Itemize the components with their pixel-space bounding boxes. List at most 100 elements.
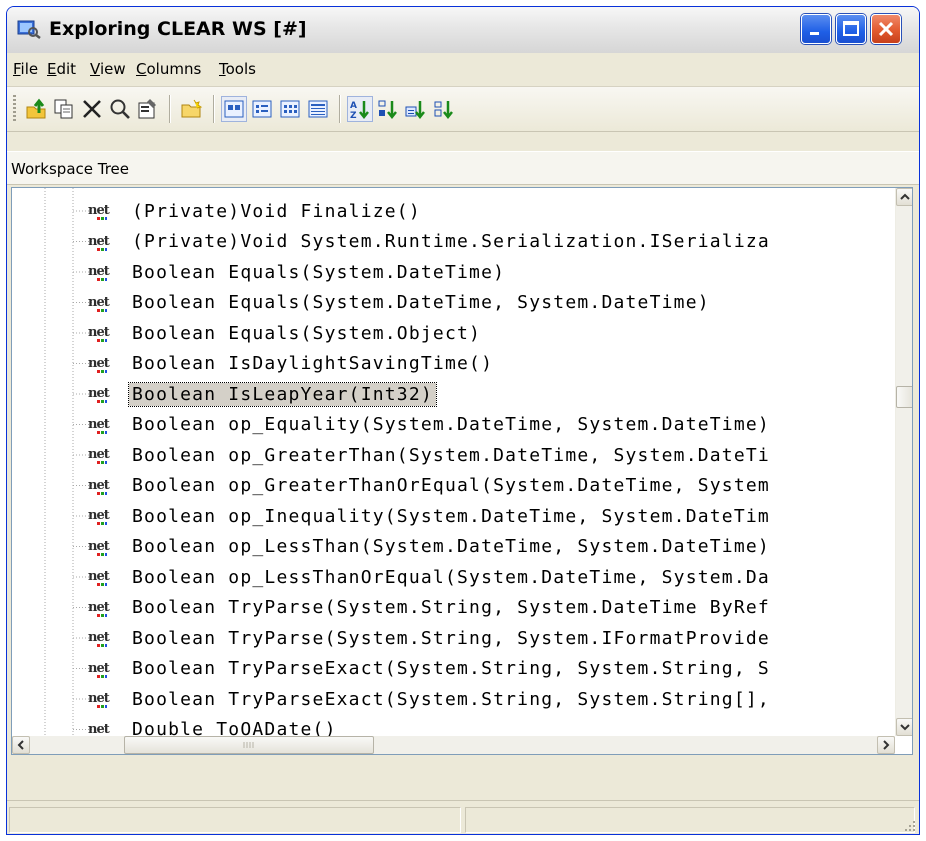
- tree-item-label: (Private)Void Finalize(): [132, 200, 421, 222]
- tree-item[interactable]: net Boolean IsLeapYear(Int32): [87, 379, 437, 409]
- scroll-left-button[interactable]: [12, 736, 30, 754]
- vertical-scrollbar[interactable]: [895, 188, 912, 736]
- svg-text:Z: Z: [350, 111, 357, 120]
- tree-item[interactable]: net Boolean op_LessThan(System.DateTime, …: [87, 532, 773, 562]
- dotnet-method-icon: net: [87, 318, 127, 348]
- horizontal-scrollbar[interactable]: [12, 736, 895, 754]
- method-color-dots: [97, 522, 107, 525]
- view-details-button[interactable]: [305, 96, 331, 122]
- pane-title: Workspace Tree: [7, 151, 919, 185]
- menu-tools[interactable]: Tools: [219, 60, 256, 78]
- sort-by-name-button[interactable]: AZ: [347, 96, 373, 122]
- tree-item-label: Boolean Equals(System.DateTime): [132, 261, 506, 283]
- maximize-button[interactable]: [836, 14, 866, 44]
- toolbar-separator: [169, 95, 171, 123]
- toolbar-separator: [339, 95, 341, 123]
- workspace-tree[interactable]: net (Private)Void Finalize() net (Private)V…: [11, 187, 913, 755]
- view-small-icons-button[interactable]: [249, 96, 275, 122]
- tree-item[interactable]: net Boolean TryParseExact(System.String, …: [87, 654, 773, 684]
- menu-columns[interactable]: Columns: [136, 60, 201, 78]
- menu-file[interactable]: File: [13, 60, 38, 78]
- scroll-down-button[interactable]: [896, 718, 912, 736]
- tree-item[interactable]: net (Private)Void System.Runtime.Serializ…: [87, 227, 773, 257]
- dotnet-icon-text: net: [88, 355, 110, 371]
- delete-button[interactable]: [79, 96, 105, 122]
- status-panel-right: [465, 807, 915, 833]
- dotnet-icon-text: net: [88, 294, 110, 310]
- tree-item[interactable]: net Boolean op_GreaterThanOrEqual(System.…: [87, 471, 773, 501]
- sort-by-date-button[interactable]: [431, 96, 457, 122]
- toolbar-grip[interactable]: [13, 95, 16, 121]
- minimize-button[interactable]: [801, 14, 831, 44]
- large-icons-view-icon: [224, 100, 244, 118]
- menu-view[interactable]: View: [90, 60, 126, 78]
- dotnet-icon-text: net: [88, 599, 110, 615]
- tree-item[interactable]: net Boolean IsDaylightSavingTime(): [87, 349, 496, 379]
- find-button[interactable]: [107, 96, 133, 122]
- tree-item-label: Boolean Equals(System.DateTime, System.D…: [132, 292, 710, 313]
- horizontal-scroll-thumb[interactable]: [124, 736, 374, 754]
- properties-button[interactable]: [135, 96, 161, 122]
- open-folder-icon: [181, 99, 203, 118]
- resize-grip-icon[interactable]: [903, 819, 917, 833]
- tree-item-label: Boolean TryParse(System.String, System.I…: [132, 627, 770, 649]
- details-view-icon: [308, 100, 328, 118]
- tree-item-label: Boolean IsLeapYear(Int32): [128, 381, 437, 407]
- tree-item-label: Boolean op_LessThan(System.DateTime, Sys…: [132, 536, 770, 557]
- toolbar: AZ: [7, 87, 919, 132]
- sort-by-type-button[interactable]: [375, 96, 401, 122]
- dotnet-icon-text: net: [88, 538, 110, 554]
- method-color-dots: [97, 613, 107, 617]
- tree-item[interactable]: net Boolean op_LessThanOrEqual(System.Dat…: [87, 562, 773, 592]
- dotnet-method-icon: net: [87, 440, 127, 470]
- thumb-grip-icon: [243, 742, 254, 748]
- chevron-left-icon: [17, 740, 24, 750]
- dotnet-method-icon: net: [87, 257, 127, 287]
- title-bar[interactable]: Exploring CLEAR WS [#]: [7, 7, 919, 54]
- tree-item-label: (Private)Void System.Runtime.Serializati…: [132, 231, 770, 252]
- tree-item[interactable]: net Boolean TryParseExact(System.String, …: [87, 684, 773, 714]
- menu-edit[interactable]: Edit: [47, 60, 76, 78]
- dotnet-method-icon: net: [87, 349, 127, 379]
- dotnet-method-icon: net: [87, 196, 127, 226]
- up-level-button[interactable]: [23, 96, 49, 122]
- tree-item-label: Boolean op_Inequality(System.DateTime, S…: [132, 505, 770, 527]
- dotnet-method-icon: net: [87, 684, 127, 714]
- dotnet-icon-text: net: [88, 416, 110, 432]
- copy-button[interactable]: [51, 96, 77, 122]
- sort-type-icon: [378, 100, 397, 120]
- tree-item[interactable]: net Boolean Equals(System.DateTime, Syste…: [87, 288, 713, 318]
- tree-item[interactable]: net Boolean TryParse(System.String, Syste…: [87, 623, 773, 653]
- scroll-up-button[interactable]: [896, 188, 912, 206]
- dotnet-icon-text: net: [88, 691, 110, 706]
- method-color-dots: [97, 552, 107, 556]
- view-large-icons-button[interactable]: [221, 96, 247, 122]
- view-list-button[interactable]: [277, 96, 303, 122]
- tree-item[interactable]: net Boolean Equals(System.Object): [87, 318, 484, 348]
- method-color-dots: [97, 644, 107, 647]
- properties-icon: [138, 99, 156, 119]
- sort-by-size-button[interactable]: [403, 96, 429, 122]
- tree-item-label: Boolean TryParse(System.String, System.D…: [132, 597, 770, 618]
- tree-item[interactable]: net Boolean Equals(System.DateTime): [87, 257, 508, 287]
- up-arrow-folder-icon: [26, 98, 46, 119]
- scroll-right-button[interactable]: [877, 736, 895, 754]
- tree-item-label: Boolean TryParseExact(System.String, Sys…: [132, 658, 770, 679]
- vertical-scroll-thumb[interactable]: [896, 386, 912, 408]
- dotnet-method-icon: net: [87, 227, 127, 257]
- small-icons-view-icon: [252, 100, 272, 118]
- tree-item[interactable]: net Boolean TryParse(System.String, Syste…: [87, 593, 773, 623]
- explorer-window: Exploring CLEAR WS [#] File Edit View Co…: [6, 6, 920, 835]
- tree-item[interactable]: net Boolean op_Equality(System.DateTime, …: [87, 410, 773, 440]
- svg-text:A: A: [350, 101, 357, 111]
- tree-item[interactable]: net (Private)Void Finalize(): [87, 196, 424, 226]
- tree-item-label: Boolean op_GreaterThanOrEqual(System.Dat…: [132, 475, 770, 496]
- dotnet-icon-text: net: [88, 569, 110, 584]
- open-folder-button[interactable]: [179, 96, 205, 122]
- method-color-dots: [97, 339, 107, 342]
- tree-item[interactable]: net Boolean op_Inequality(System.DateTime…: [87, 501, 773, 531]
- method-color-dots: [97, 583, 107, 586]
- tree-item[interactable]: net Boolean op_GreaterThan(System.DateTim…: [87, 440, 773, 470]
- close-button[interactable]: [871, 14, 901, 44]
- tree-item-label: Boolean IsDaylightSavingTime(): [132, 353, 494, 374]
